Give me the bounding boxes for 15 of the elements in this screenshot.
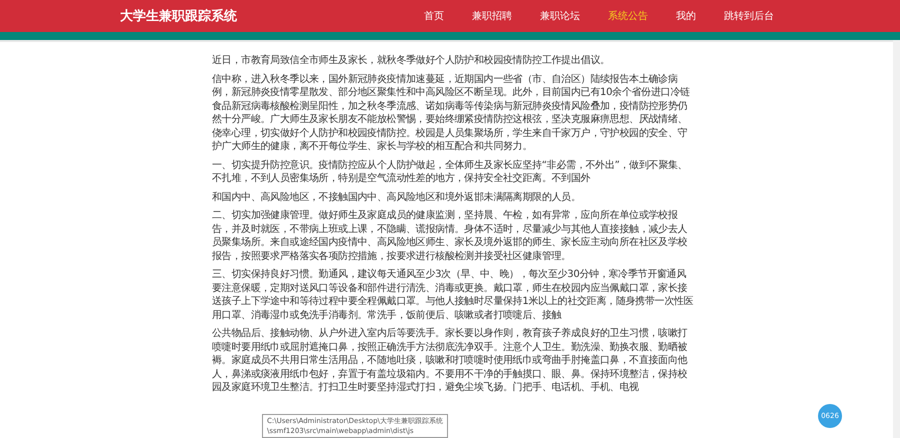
- article-paragraph: 三、切实保持良好习惯。勤通风，建议每天通风至少3次（早、中、晚），每次至少30分钟，寒冷季节开窗通风要注意保暖，定期对送风口等设备和部件进行清洗、消毒或更换。戴口罩，师生在校园内应当佩戴口罩，家长接送孩子上下学途中和等待过程中要全程佩戴口罩。与他人接触时尽量保持1米以上的社交距离，随身携带一次性医用口罩、消毒湿巾或免洗手消毒剂。常洗手，饭前便后、咳嗽或者打喷嚏后、接触: [212, 268, 694, 322]
- article-paragraph: 公共物品后、接触动物、从户外进入室内后等要洗手。家长要以身作则，教育孩子养成良好的卫生习惯，咳嗽打喷嚏时要用纸巾或屈肘遮掩口鼻，按照正确洗手方法彻底洗净双手。注意个人卫生。勤洗澡、勤换衣服、勤晒被褥。家庭成员不共用日常生活用品，不随地吐痰，咳嗽和打喷嚏时使用纸巾或弯曲手肘掩盖口鼻，不直接面向他人，鼻涕或痰液用纸巾包好，弃置于有盖垃圾箱内。不要用不干净的手触摸口、眼、鼻。保持环境整洁，保持校园及家庭环境卫生整洁。打扫卫生时要坚持湿式打扫，避免尘埃飞扬。门把手、电话机、手机、电视: [212, 327, 688, 394]
- nav-link[interactable]: 兼职招聘: [458, 9, 526, 23]
- article-paragraph: 二、切实加强健康管理。做好师生及家庭成员的健康监测，坚持晨、午检，如有异常，应向所在单位或学校报告，并及时就医，不带病上班或上课，不隐瞒、谎报病情。身体不适时，尽量减少与其他人直接接触，减少去人员聚集场所。来自或途经国内疫情中、高风险地区师生、家长及境外返邯的师生、家长应主动向所在社区及学校报告，按照要求严格落实各项防控措施，按要求进行核酸检测并接受社区健康管理。: [212, 209, 688, 263]
- nav-link[interactable]: 我的: [662, 9, 710, 23]
- scrollbar[interactable]: [893, 40, 900, 438]
- article-paragraph: 一、切实提升防控意识。疫情防控应从个人防护做起，全体师生及家长应坚持“非必需，不外出”，做到不聚集、不扎堆，不到人员密集场所，特别是空气流动性差的地方，保持安全社交距离。不到国外: [212, 158, 688, 186]
- nav-link[interactable]: 跳转到后台: [710, 9, 788, 23]
- site-title: 大学生兼职跟踪系统: [120, 8, 238, 25]
- nav-link[interactable]: 兼职论坛: [526, 9, 594, 23]
- article-paragraph: 信中称，进入秋冬季以来，国外新冠肺炎疫情加速蔓延，近期国内一些省（市、自治区）陆续报告本土确诊病例，新冠肺炎疫情零星散发、部分地区聚集性和中高风险区不断呈现。此外，目前国内已有10余个省份进口冷链食品新冠病毒核酸检测呈阳性，加之秋冬季流感、诺如病毒等传染病与新冠肺炎疫情风险叠加，疫情防控形势仍然十分严峻。广大师生及家长朋友不能放松警惕，要始终绷紧疫情防控这根弦，坚决克服麻痹思想、厌战情绪、侥幸心理，切实做好个人防护和校园疫情防控。校园是人员集聚场所，学生来自千家万户，守护校园的安全、守护广大师生的健康，离不开每位学生、家长与学校的相互配合和共同努力。: [212, 72, 691, 154]
- nav-link[interactable]: 首页: [410, 9, 458, 23]
- article-paragraph: 和国内中、高风险地区，不接触国内中、高风险地区和境外返邯未满隔离期限的人员。: [212, 190, 582, 204]
- nav-link[interactable]: 系统公告: [594, 9, 662, 23]
- article-paragraph: 近日，市教育局致信全市师生及家长，就秋冬季做好个人防护和校园疫情防控工作提出倡议。: [212, 54, 611, 68]
